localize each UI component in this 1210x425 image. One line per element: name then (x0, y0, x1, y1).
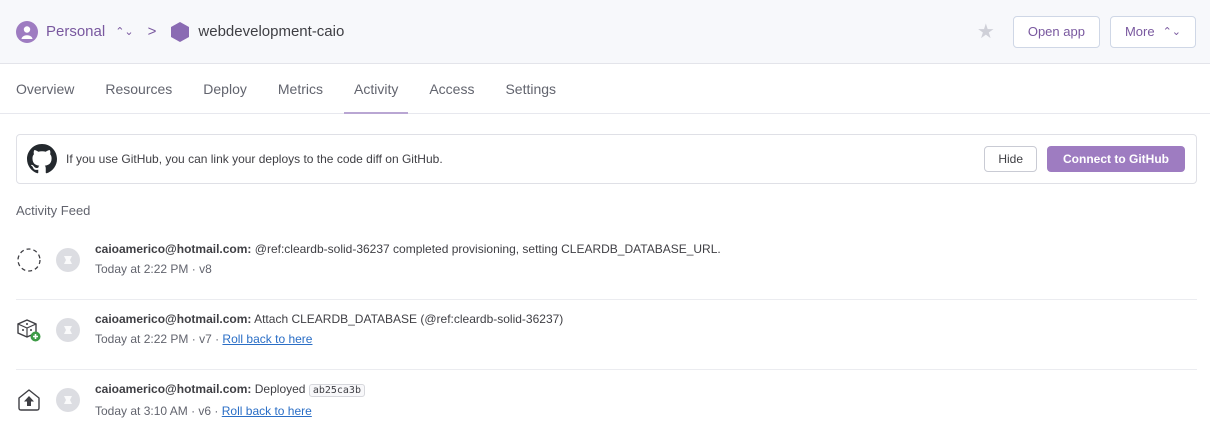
activity-time: Today at 3:10 AM (95, 404, 188, 418)
activity-time: Today at 2:22 PM (95, 332, 189, 346)
more-button[interactable]: More ⌃⌄ (1109, 15, 1196, 48)
activity-feed: caioamerico@hotmail.com: @ref:cleardb-so… (16, 230, 1197, 425)
commit-sha[interactable]: ab25ca3b (308, 384, 365, 397)
list-item: caioamerico@hotmail.com: Attach CLEARDB_… (16, 300, 1197, 370)
top-bar: Personal ⌃⌄ > webdevelopment-caio ★ Open… (0, 0, 1210, 64)
app-hexagon-icon (171, 21, 190, 42)
account-avatar-icon[interactable] (16, 20, 38, 43)
tab-overview[interactable]: Overview (16, 64, 74, 113)
feed-title: Activity Feed (16, 203, 91, 218)
account-switcher-chevron-icon[interactable]: ⌃⌄ (115, 25, 133, 38)
addon-attach-icon (16, 317, 42, 343)
activity-message: Deployed (254, 382, 306, 396)
breadcrumb-separator: > (147, 23, 157, 40)
tab-metrics[interactable]: Metrics (278, 64, 323, 113)
activity-user: caioamerico@hotmail.com: (95, 312, 252, 326)
tab-activity[interactable]: Activity (343, 64, 409, 114)
user-avatar (56, 318, 80, 342)
tab-access[interactable]: Access (429, 64, 474, 113)
activity-time: Today at 2:22 PM (95, 262, 189, 276)
list-item: caioamerico@hotmail.com: Deployed ab25ca… (16, 370, 1197, 425)
user-avatar (56, 248, 80, 272)
activity-version: v8 (199, 262, 212, 276)
open-app-button[interactable]: Open app (1012, 15, 1100, 48)
more-chevron-icon: ⌃⌄ (1162, 26, 1181, 38)
tab-resources[interactable]: Resources (105, 64, 172, 113)
activity-version: v6 (198, 404, 212, 418)
rollback-link[interactable]: Roll back to here (222, 332, 312, 346)
hide-button[interactable]: Hide (984, 146, 1038, 172)
favorite-star-icon[interactable]: ★ (977, 19, 995, 44)
rollback-link[interactable]: Roll back to here (222, 404, 312, 418)
app-name[interactable]: webdevelopment-caio (198, 23, 344, 40)
user-avatar (56, 388, 80, 412)
app-nav-tabs: Overview Resources Deploy Metrics Activi… (0, 64, 1210, 114)
activity-user: caioamerico@hotmail.com: (95, 382, 252, 396)
github-icon (27, 144, 57, 174)
activity-message: Attach CLEARDB_DATABASE (@ref:cleardb-so… (254, 312, 564, 326)
more-button-label: More (1124, 24, 1155, 39)
connect-github-button[interactable]: Connect to GitHub (1047, 146, 1185, 172)
activity-version: v7 (199, 332, 212, 346)
github-banner: If you use GitHub, you can link your dep… (16, 134, 1197, 184)
breadcrumb: Personal ⌃⌄ > webdevelopment-caio (16, 20, 344, 43)
provisioning-dashed-circle-icon (16, 247, 42, 273)
banner-message: If you use GitHub, you can link your dep… (66, 152, 443, 166)
account-switcher[interactable]: Personal (46, 23, 105, 40)
tab-deploy[interactable]: Deploy (203, 64, 247, 113)
activity-user: caioamerico@hotmail.com: (95, 242, 252, 256)
tab-settings[interactable]: Settings (505, 64, 556, 113)
list-item: caioamerico@hotmail.com: @ref:cleardb-so… (16, 230, 1197, 300)
deploy-arrow-up-icon (16, 387, 42, 413)
activity-message: @ref:cleardb-solid-36237 completed provi… (254, 242, 721, 256)
